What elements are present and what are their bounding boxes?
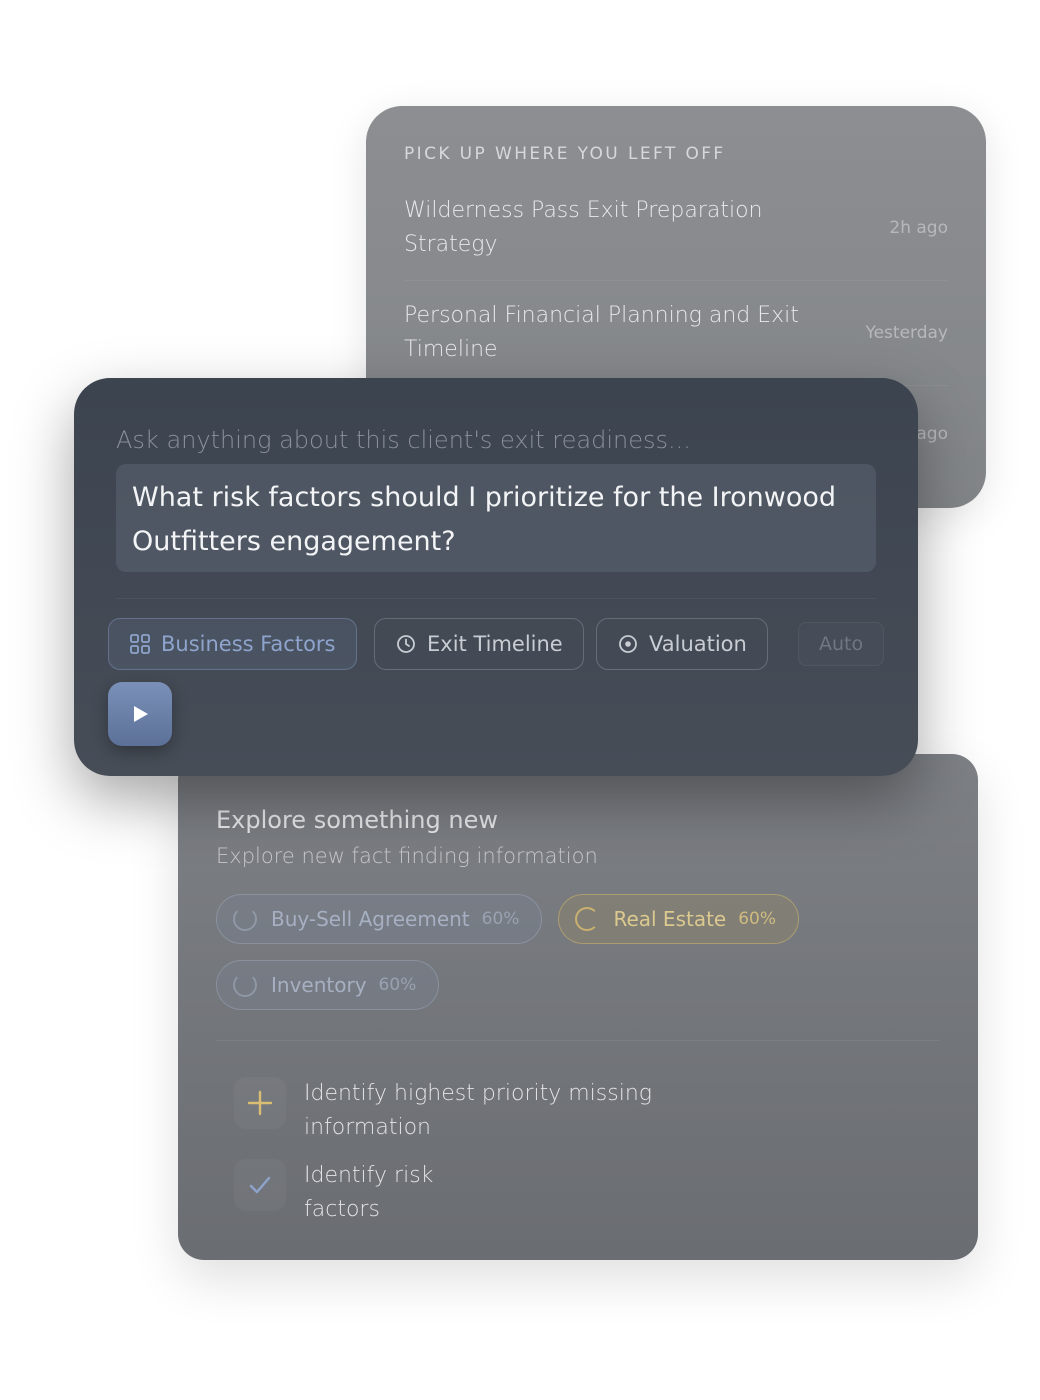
recent-item-title: Wilderness Pass Exit Preparation Strateg… bbox=[404, 198, 763, 257]
chip-percent: 60% bbox=[481, 909, 520, 929]
divider bbox=[216, 1040, 940, 1041]
plus-icon bbox=[234, 1077, 286, 1129]
chip-percent: 60% bbox=[738, 909, 777, 929]
topic-chips: Buy-Sell Agreement 60% Real Estate 60% I… bbox=[216, 894, 856, 1010]
action-risk-factors[interactable]: Identify risk factors bbox=[234, 1159, 940, 1227]
progress-spinner-icon bbox=[233, 907, 257, 931]
pill-label: Valuation bbox=[649, 632, 747, 656]
chip-label: Real Estate bbox=[613, 907, 727, 931]
pill-label: Exit Timeline bbox=[427, 632, 563, 656]
auto-mode-button[interactable]: Auto bbox=[798, 622, 885, 666]
chip-inventory[interactable]: Inventory 60% bbox=[216, 960, 440, 1010]
explore-subtitle: Explore new fact finding information bbox=[216, 844, 598, 868]
recent-heading: PICK UP WHERE YOU LEFT OFF bbox=[404, 144, 726, 164]
grid-icon bbox=[130, 634, 150, 654]
chip-percent: 60% bbox=[378, 975, 417, 995]
recent-item[interactable]: Personal Financial Planning and Exit Tim… bbox=[404, 299, 948, 386]
check-icon bbox=[234, 1159, 286, 1211]
chip-real-estate[interactable]: Real Estate 60% bbox=[558, 894, 800, 944]
progress-spinner-icon bbox=[233, 973, 257, 997]
action-missing-information[interactable]: Identify highest priority missing inform… bbox=[234, 1077, 940, 1145]
valuation-button[interactable]: Valuation bbox=[596, 618, 768, 670]
explore-card: Explore something new Explore new fact f… bbox=[178, 754, 978, 1260]
query-input[interactable]: What risk factors should I prioritize fo… bbox=[116, 464, 876, 572]
play-icon bbox=[134, 706, 148, 722]
action-text: Identify risk factors bbox=[304, 1163, 434, 1222]
chip-label: Inventory bbox=[271, 973, 367, 997]
progress-spinner-icon bbox=[575, 907, 600, 931]
exit-timeline-button[interactable]: Exit Timeline bbox=[374, 618, 584, 670]
recent-item[interactable]: Wilderness Pass Exit Preparation Strateg… bbox=[404, 194, 948, 281]
target-icon bbox=[619, 635, 637, 653]
chip-buy-sell-agreement[interactable]: Buy-Sell Agreement 60% bbox=[216, 894, 543, 944]
recent-item-title: Personal Financial Planning and Exit Tim… bbox=[404, 303, 799, 362]
prompt-card: Ask anything about this client's exit re… bbox=[74, 378, 918, 776]
action-text: Identify highest priority missing inform… bbox=[304, 1081, 652, 1140]
recent-item-time: Yesterday bbox=[865, 323, 948, 343]
divider bbox=[116, 598, 876, 599]
recent-item-time: ago bbox=[916, 424, 948, 444]
chip-label: Buy-Sell Agreement bbox=[271, 907, 470, 931]
recent-item-time: 2h ago bbox=[889, 218, 948, 238]
pill-label: Business Factors bbox=[161, 632, 336, 656]
explore-title: Explore something new bbox=[216, 806, 498, 834]
clock-icon bbox=[397, 635, 415, 653]
prompt-placeholder: Ask anything about this client's exit re… bbox=[116, 426, 691, 454]
business-factors-button[interactable]: Business Factors bbox=[108, 618, 357, 670]
send-button[interactable] bbox=[108, 682, 172, 746]
